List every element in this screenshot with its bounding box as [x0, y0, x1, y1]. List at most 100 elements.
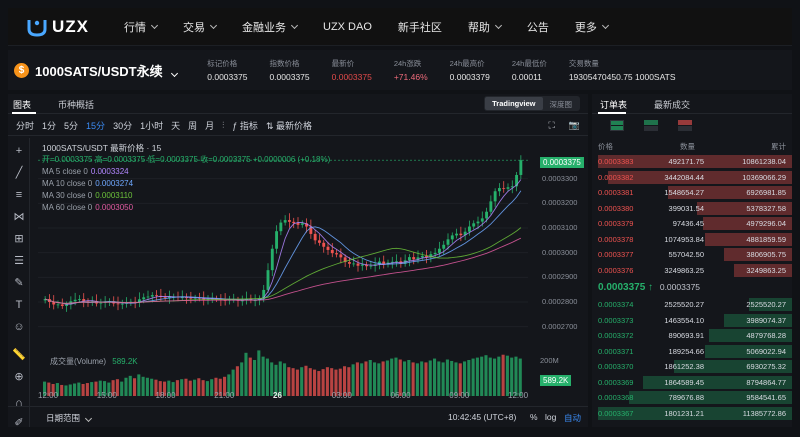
candle-body[interactable] [446, 239, 450, 245]
zoom-in-icon[interactable]: ⊕ [12, 370, 26, 384]
measure-icon[interactable]: 📏 [12, 348, 26, 362]
candle-body[interactable] [60, 304, 64, 306]
orderbook-row[interactable]: 0.0003368 789676.88 9584541.65 [592, 390, 792, 406]
nav-item-1[interactable]: 交易 [183, 19, 218, 35]
tab-chart[interactable]: 图表 [13, 98, 31, 111]
candle-body[interactable] [450, 235, 454, 240]
candle-body[interactable] [296, 223, 300, 225]
candle-body[interactable] [146, 296, 150, 298]
fullscreen-icon[interactable]: ⛶ [548, 120, 554, 131]
candle-body[interactable] [335, 253, 339, 255]
candle-body[interactable] [356, 263, 360, 266]
candle-body[interactable] [442, 244, 446, 249]
candle-body[interactable] [407, 257, 411, 261]
trendline-icon[interactable]: ╱ [12, 166, 26, 180]
text-icon[interactable]: T [12, 298, 26, 312]
candle-body[interactable] [313, 233, 317, 241]
interval-3[interactable]: 15分 [86, 119, 105, 132]
interval-8[interactable]: 月 [205, 119, 214, 132]
interval-1[interactable]: 1分 [42, 119, 56, 132]
candle-body[interactable] [116, 303, 120, 305]
candle-body[interactable] [300, 223, 304, 225]
nav-item-5[interactable]: 帮助 [468, 19, 502, 35]
emoji-icon[interactable]: ☺ [12, 320, 26, 334]
view-depth[interactable]: 深度图 [543, 97, 580, 110]
candle-body[interactable] [506, 187, 510, 189]
candle-body[interactable] [163, 297, 167, 298]
orderbook-row[interactable]: 0.0003379 97436.45 4979296.04 [592, 216, 792, 232]
candle-body[interactable] [279, 222, 283, 232]
interval-4[interactable]: 30分 [113, 119, 132, 132]
candle-body[interactable] [73, 299, 77, 302]
candle-body[interactable] [489, 201, 493, 212]
view-tradingview[interactable]: Tradingview [485, 97, 543, 110]
nav-item-2[interactable]: 金融业务 [242, 19, 299, 35]
nav-item-3[interactable]: UZX DAO [323, 21, 372, 33]
price-axis[interactable]: 0.0003300 0.0003200 0.0003100 0.0003000 0.00… [536, 146, 588, 411]
both-sides-icon[interactable] [610, 120, 624, 131]
candle-body[interactable] [412, 257, 416, 260]
candle-body[interactable] [369, 265, 373, 267]
nav-item-4[interactable]: 新手社区 [398, 19, 442, 35]
nav-item-0[interactable]: 行情 [124, 19, 159, 35]
percent-toggle[interactable]: % [530, 412, 538, 422]
candle-body[interactable] [502, 188, 506, 189]
candle-body[interactable] [437, 248, 441, 253]
logo[interactable]: UZX [26, 17, 106, 37]
candle-body[interactable] [467, 226, 471, 232]
candle-body[interactable] [433, 252, 437, 255]
orderbook-row[interactable]: 0.0003374 2525520.27 2525520.27 [592, 297, 792, 313]
candle-body[interactable] [347, 262, 351, 264]
camera-icon[interactable]: 📷 [569, 120, 580, 131]
projection-icon[interactable]: ⊞ [12, 232, 26, 246]
tab-coin-overview[interactable]: 币种概括 [58, 98, 94, 111]
candle-body[interactable] [283, 220, 287, 223]
brush-icon[interactable]: ✎ [12, 276, 26, 290]
candle-body[interactable] [150, 295, 154, 297]
interval-2[interactable]: 5分 [64, 119, 78, 132]
crosshair-icon[interactable]: + [12, 144, 26, 158]
tab-recent-trades[interactable]: 最新成交 [654, 98, 690, 111]
candle-body[interactable] [275, 231, 279, 249]
interval-6[interactable]: 天 [171, 119, 180, 132]
candle-body[interactable] [519, 160, 523, 175]
auto-toggle[interactable]: 自动 [564, 412, 581, 424]
orderbook-row[interactable]: 0.0003382 3442084.44 10369066.29 [592, 170, 792, 186]
candle-body[interactable] [317, 240, 321, 243]
candle-body[interactable] [326, 246, 330, 250]
orderbook-row[interactable]: 0.0003380 399031.54 5378327.58 [592, 201, 792, 217]
nav-item-7[interactable]: 更多 [575, 19, 609, 35]
indicator-button[interactable]: ƒ 指标 [232, 119, 258, 132]
date-range-button[interactable]: 日期范围 [46, 412, 93, 424]
orderbook-row[interactable]: 0.0003378 1074953.84 4881859.59 [592, 232, 792, 248]
price-source-button[interactable]: ⇅ 最新价格 [266, 119, 312, 132]
candle-body[interactable] [497, 188, 501, 192]
interval-0[interactable]: 分时 [16, 119, 34, 132]
orderbook-row[interactable]: 0.0003383 492171.75 10861238.04 [592, 154, 792, 170]
candle-body[interactable] [56, 304, 60, 306]
candle-body[interactable] [266, 270, 270, 290]
candle-body[interactable] [142, 297, 146, 300]
tab-orderbook[interactable]: 订单表 [600, 98, 627, 111]
nav-item-6[interactable]: 公告 [527, 19, 549, 35]
candle-body[interactable] [155, 295, 159, 296]
candle-body[interactable] [485, 211, 489, 219]
pattern-icon[interactable]: ⋈ [12, 210, 26, 224]
asks-only-icon[interactable] [678, 120, 692, 131]
orderbook-row[interactable]: 0.0003376 3249863.25 3249863.25 [592, 263, 792, 279]
orderbook-row[interactable]: 0.0003371 189254.66 5069022.94 [592, 344, 792, 360]
candle-type-icon[interactable]: ⫶ [222, 120, 224, 131]
candle-body[interactable] [292, 221, 296, 224]
interval-7[interactable]: 周 [188, 119, 197, 132]
candle-body[interactable] [459, 233, 463, 236]
candle-body[interactable] [472, 223, 476, 227]
candle-body[interactable] [493, 191, 497, 202]
time-axis[interactable]: 12:00 15:00 18:00 21:00 26 03:00 06:00 09:00 12:… [38, 391, 533, 403]
candle-body[interactable] [322, 242, 326, 247]
orderbook-row[interactable]: 0.0003370 1861252.38 6930275.32 [592, 359, 792, 375]
orderbook-row[interactable]: 0.0003373 1463554.10 3989074.37 [592, 313, 792, 329]
fib-icon[interactable]: ≡ [12, 188, 26, 202]
candle-body[interactable] [480, 218, 484, 222]
orderbook-row[interactable]: 0.0003381 1548654.27 6926981.85 [592, 185, 792, 201]
candle-body[interactable] [339, 254, 343, 258]
